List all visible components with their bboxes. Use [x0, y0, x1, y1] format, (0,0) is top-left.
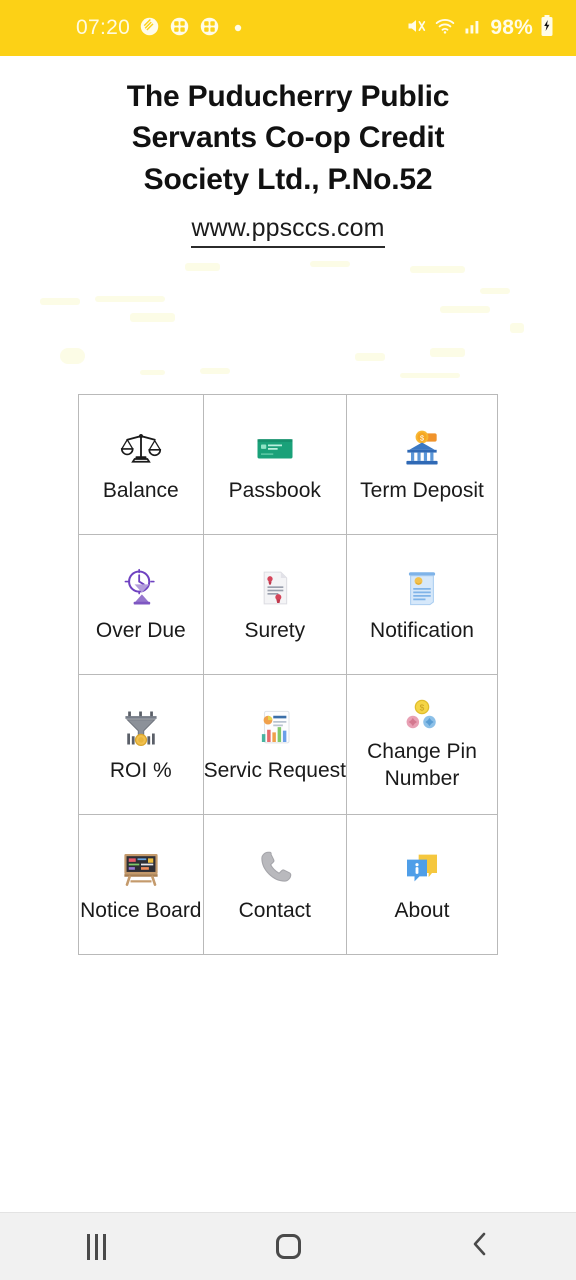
balance-scale-icon: [119, 424, 163, 472]
home-button[interactable]: [233, 1213, 343, 1280]
website-link[interactable]: www.ppsccs.com: [191, 214, 385, 249]
menu-grid: Balance Passbook $ Term Deposit Over Due…: [78, 394, 498, 955]
menu-item-surety[interactable]: Surety: [203, 535, 347, 675]
phone-icon: [254, 844, 296, 892]
clock-hourglass-icon: [119, 564, 163, 612]
menu-item-about[interactable]: About: [347, 815, 498, 955]
blackboard-icon: [119, 844, 163, 892]
menu-item-label: Surety: [244, 619, 306, 643]
document-seal-icon: [255, 564, 295, 612]
menu-item-balance[interactable]: Balance: [79, 395, 204, 535]
menu-item-notice-board[interactable]: Notice Board: [79, 815, 204, 955]
page-title: The Puducherry Public Servants Co-op Cre…: [126, 80, 450, 196]
background-watermark: [0, 258, 576, 388]
info-bubble-icon: [401, 844, 443, 892]
menu-item-passbook[interactable]: Passbook: [203, 395, 347, 535]
menu-item-label: Term Deposit: [360, 479, 484, 503]
menu-item-roi[interactable]: ROI %: [79, 675, 204, 815]
recents-button[interactable]: [41, 1213, 151, 1280]
menu-item-service-request[interactable]: Servic Request: [203, 675, 347, 815]
bank-money-icon: $: [400, 424, 444, 472]
menu-item-label: Passbook: [228, 479, 321, 503]
status-time: 07:20: [76, 16, 131, 39]
menu-item-label: Change Pin Number: [367, 739, 477, 790]
menu-item-label: About: [394, 899, 450, 923]
mute-icon: [405, 16, 427, 40]
menu-item-label: ROI %: [109, 759, 172, 783]
charging-battery-icon: [540, 15, 554, 41]
status-bar: 07:20 98%: [0, 0, 576, 56]
menu-item-change-pin[interactable]: $ Change Pin Number: [347, 675, 498, 815]
svg-text:$: $: [420, 702, 425, 712]
menu-item-label: Servic Request: [203, 759, 346, 783]
coin-flowers-icon: $: [402, 697, 442, 737]
dot-indicator-icon: [234, 20, 242, 36]
menu-item-label: Balance: [102, 479, 179, 503]
website-link-wrap: www.ppsccs.com: [0, 214, 576, 249]
menu-item-over-due[interactable]: Over Due: [79, 535, 204, 675]
app-grid-icon-1: [169, 16, 190, 41]
signal-bars-icon: [463, 16, 483, 40]
system-nav-bar: [0, 1212, 576, 1280]
app-header: The Puducherry Public Servants Co-op Cre…: [0, 56, 576, 249]
menu-item-label: Over Due: [95, 619, 186, 643]
back-chevron-icon: [468, 1230, 492, 1263]
leaf-shield-icon: [139, 16, 160, 41]
menu-item-label: Contact: [238, 899, 311, 923]
menu-item-label: Notice Board: [80, 899, 202, 923]
wifi-icon: [434, 16, 456, 40]
app-grid-icon-2: [199, 16, 220, 41]
menu-item-label: Notification: [370, 619, 474, 643]
report-chart-icon: [254, 704, 296, 752]
svg-text:$: $: [420, 434, 424, 443]
status-bar-right: 98%: [405, 15, 554, 41]
back-button[interactable]: [425, 1213, 535, 1280]
menu-item-term-deposit[interactable]: $ Term Deposit: [347, 395, 498, 535]
recents-icon: [86, 1233, 106, 1260]
menu-item-notification[interactable]: Notification: [347, 535, 498, 675]
passbook-card-icon: [254, 424, 296, 472]
funnel-medal-icon: [119, 704, 163, 752]
status-bar-left: 07:20: [76, 16, 242, 41]
scroll-notice-icon: [401, 564, 443, 612]
home-icon: [275, 1234, 301, 1259]
battery-percent: 98%: [490, 16, 533, 39]
menu-item-contact[interactable]: Contact: [203, 815, 347, 955]
